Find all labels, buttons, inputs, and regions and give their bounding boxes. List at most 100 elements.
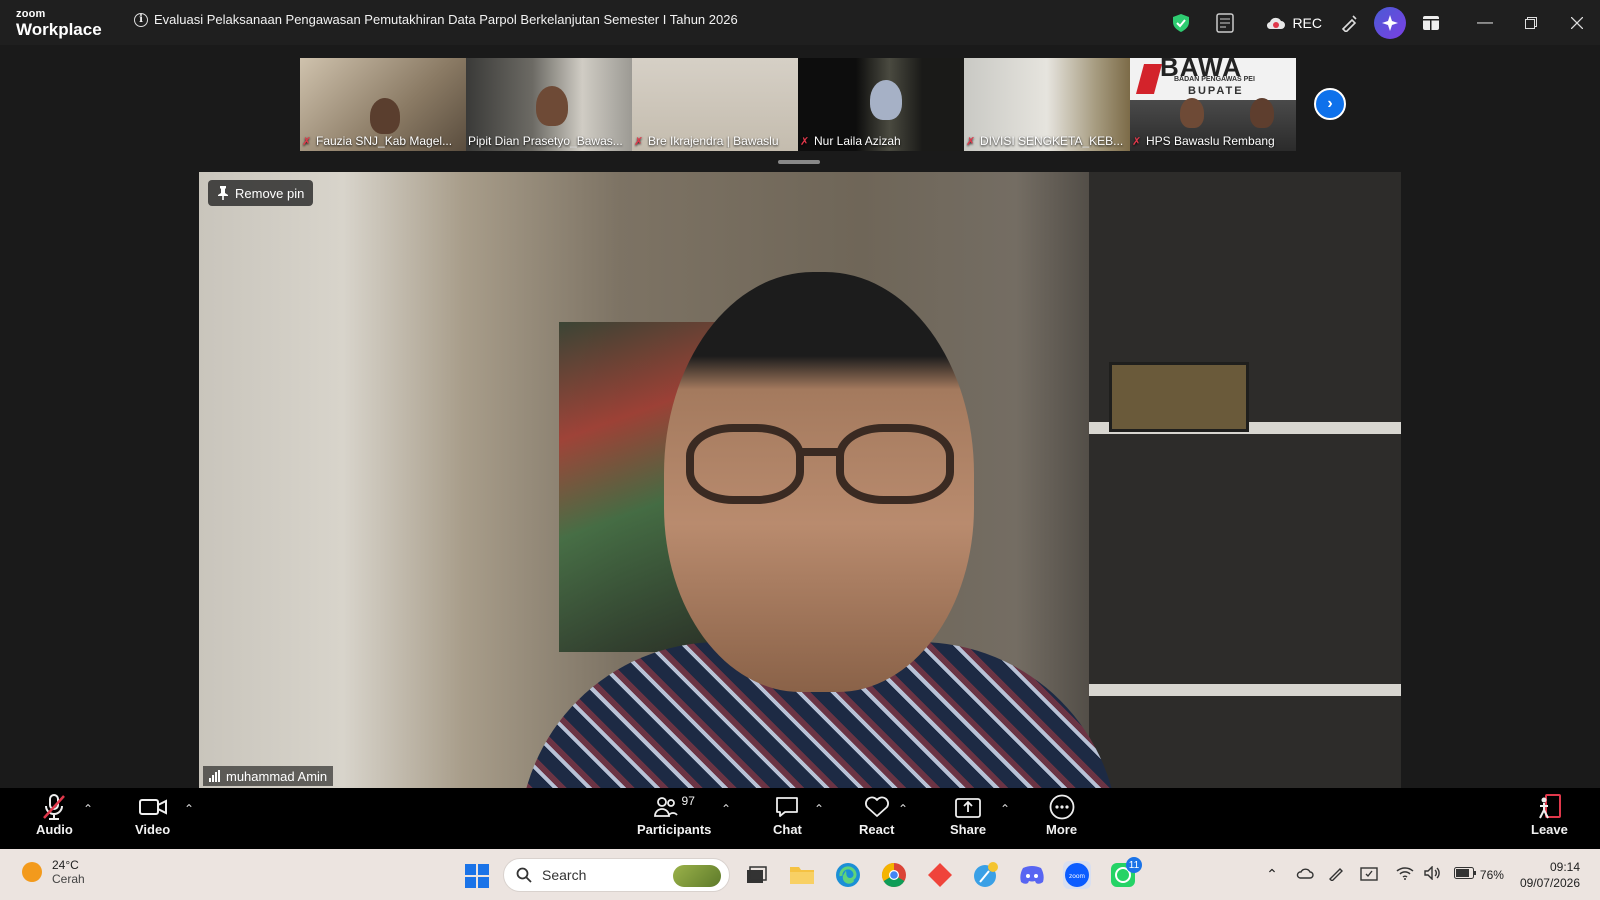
- info-icon[interactable]: i: [134, 12, 148, 27]
- remove-pin-button[interactable]: Remove pin: [208, 180, 314, 206]
- taskbar-search[interactable]: Search: [503, 858, 730, 892]
- more-button[interactable]: More: [1046, 792, 1077, 837]
- anydesk-icon[interactable]: [926, 861, 954, 889]
- minimize-button[interactable]: —: [1462, 0, 1508, 45]
- onedrive-icon[interactable]: [1296, 866, 1314, 883]
- filmstrip-resize-handle[interactable]: [778, 160, 820, 164]
- volume-icon[interactable]: [1424, 865, 1442, 883]
- recording-indicator[interactable]: REC: [1266, 15, 1322, 31]
- participant-name: ✗ HPS Bawaslu Rembang: [1132, 134, 1275, 148]
- meeting-title-text: Evaluasi Pelaksanaan Pengawasan Pemutakh…: [154, 12, 738, 27]
- battery-icon[interactable]: [1453, 867, 1476, 882]
- weather-desc: Cerah: [52, 872, 85, 886]
- more-icon: [1049, 792, 1075, 822]
- chat-button[interactable]: Chat: [773, 792, 802, 837]
- title-bar: zoom Workplace i Evaluasi Pelaksanaan Pe…: [0, 0, 1600, 45]
- close-button[interactable]: [1554, 0, 1600, 45]
- participants-label: Participants: [637, 822, 712, 837]
- speaker-name: muhammad Amin: [226, 768, 328, 784]
- heart-icon: [864, 792, 890, 822]
- zoom-logo: zoom Workplace: [16, 8, 102, 39]
- share-button[interactable]: Share: [950, 792, 986, 837]
- wifi-icon[interactable]: [1396, 866, 1414, 883]
- share-options-caret-icon[interactable]: ⌃: [1000, 802, 1010, 816]
- feather-app-icon[interactable]: [972, 861, 1000, 889]
- participant-tile[interactable]: ✗ DIVISI SENGKETA_KEB...: [964, 58, 1130, 151]
- task-view-icon[interactable]: [742, 861, 770, 889]
- meeting-title[interactable]: i Evaluasi Pelaksanaan Pengawasan Pemuta…: [134, 12, 738, 27]
- os-taskbar: 24°C Cerah Search zoom 11 ⌃ 76% 09:14 09…: [0, 849, 1600, 900]
- show-hidden-icons-chevron-icon[interactable]: ⌃: [1266, 866, 1278, 883]
- restore-button[interactable]: [1508, 0, 1554, 45]
- more-label: More: [1046, 822, 1078, 837]
- edge-browser-icon[interactable]: [834, 861, 862, 889]
- notes-icon[interactable]: [1214, 12, 1236, 34]
- weather-widget[interactable]: 24°C Cerah: [22, 858, 85, 886]
- ai-companion-icon[interactable]: [1374, 6, 1406, 39]
- system-tray: ⌃ 76% 09:14 09/07/2026: [1266, 849, 1600, 900]
- pen-input-icon[interactable]: [1328, 865, 1346, 884]
- clock[interactable]: 09:14 09/07/2026: [1520, 859, 1600, 891]
- participant-tile[interactable]: ✗ Bre Ikrajendra | Bawaslu: [632, 58, 798, 151]
- cloud-icon: [1267, 17, 1286, 29]
- participant-name: ✗ DIVISI SENGKETA_KEB...: [966, 134, 1124, 148]
- bawaslu-logo-mark: [1135, 64, 1163, 94]
- discord-icon[interactable]: [1018, 861, 1046, 889]
- participant-tile[interactable]: Pipit Dian Prasetyo_Bawas...: [466, 58, 632, 151]
- muted-mic-icon: ✗: [1132, 136, 1142, 148]
- audio-button[interactable]: Audio: [36, 792, 73, 837]
- participants-button[interactable]: 97 Participants: [637, 792, 711, 837]
- react-options-caret-icon[interactable]: ⌃: [898, 802, 908, 816]
- security-center-icon[interactable]: [1360, 865, 1378, 884]
- file-explorer-icon[interactable]: [788, 861, 816, 889]
- whatsapp-icon[interactable]: 11: [1109, 857, 1142, 889]
- start-button[interactable]: [465, 864, 489, 888]
- annotate-icon[interactable]: [1338, 12, 1360, 34]
- participant-tile[interactable]: BAWA BADAN PENGAWAS PEI BUPATE ✗ HPS Bawa…: [1130, 58, 1296, 151]
- apps-icon[interactable]: [1420, 12, 1442, 34]
- participant-video: [1250, 98, 1274, 128]
- video-button[interactable]: Video: [135, 792, 170, 837]
- main-speaker-video[interactable]: Remove pin muhammad Amin: [199, 172, 1401, 788]
- battery-percent: 76%: [1479, 867, 1504, 882]
- muted-microphone-icon: [41, 792, 67, 822]
- share-screen-icon: [955, 792, 981, 822]
- leave-label: Leave: [1531, 822, 1568, 837]
- signal-strength-icon: [209, 770, 220, 782]
- muted-mic-icon: ✗: [634, 136, 644, 148]
- svg-text:zoom: zoom: [1069, 873, 1085, 880]
- participant-tile[interactable]: ✗ Nur Laila Azizah: [798, 58, 964, 151]
- chat-icon: [775, 792, 799, 822]
- leave-button[interactable]: Leave: [1531, 792, 1568, 837]
- bawaslu-banner-sub: BADAN PENGAWAS PEI: [1174, 76, 1255, 83]
- remove-pin-label: Remove pin: [235, 185, 305, 201]
- video-options-caret-icon[interactable]: ⌃: [184, 802, 194, 816]
- react-button[interactable]: React: [859, 792, 894, 837]
- participant-video: [370, 98, 400, 134]
- glasses: [686, 424, 956, 508]
- search-highlight-image: [673, 865, 721, 887]
- titlebar-controls: REC —: [1170, 0, 1600, 45]
- chat-options-caret-icon[interactable]: ⌃: [814, 802, 824, 816]
- participants-icon: 97: [653, 792, 695, 822]
- participant-video: [1180, 98, 1204, 128]
- participant-name: Pipit Dian Prasetyo_Bawas...: [468, 134, 623, 148]
- participants-options-caret-icon[interactable]: ⌃: [721, 802, 731, 816]
- zoom-app-icon[interactable]: zoom: [1063, 861, 1091, 889]
- plaque: [1109, 362, 1249, 432]
- audio-options-caret-icon[interactable]: ⌃: [83, 802, 93, 816]
- brand-small: zoom: [16, 8, 46, 20]
- shield-icon[interactable]: [1170, 12, 1192, 34]
- chrome-browser-icon[interactable]: [880, 861, 908, 889]
- participant-name: ✗ Nur Laila Azizah: [800, 134, 901, 148]
- chat-label: Chat: [773, 822, 802, 837]
- muted-mic-icon: ✗: [800, 136, 810, 148]
- clock-time: 09:14: [1549, 859, 1580, 874]
- filmstrip-next-button[interactable]: ›: [1314, 88, 1346, 120]
- search-icon: [516, 867, 532, 883]
- rec-label: REC: [1292, 14, 1322, 31]
- speaker-name-tag: muhammad Amin: [203, 766, 334, 786]
- participant-tile[interactable]: ✗ Fauzia SNJ_Kab Magel...: [300, 58, 466, 151]
- weather-temp: 24°C: [52, 858, 79, 872]
- participant-video: [870, 80, 902, 120]
